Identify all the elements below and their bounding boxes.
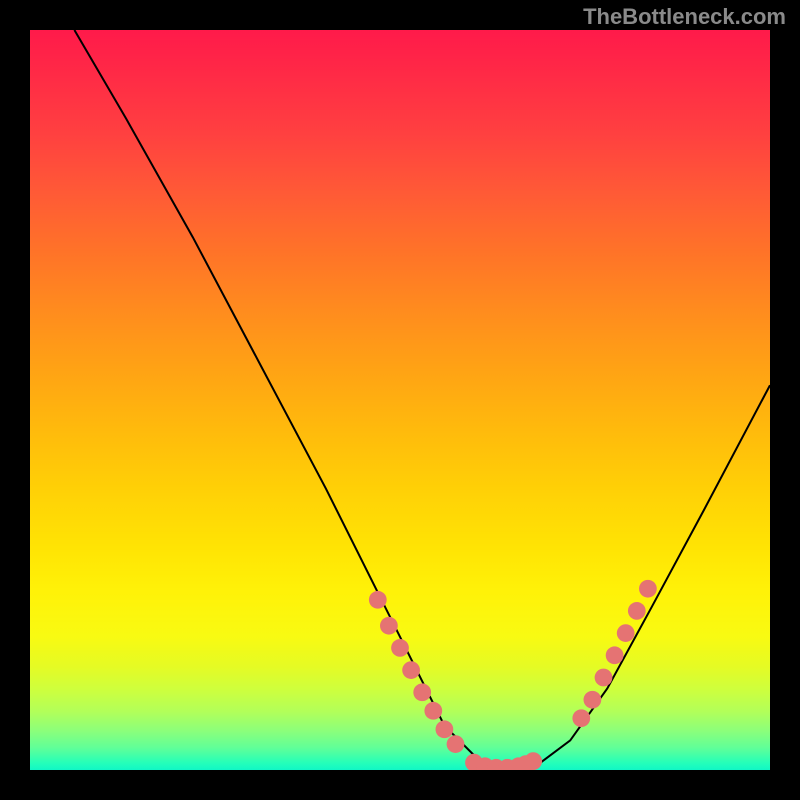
point-highlight-points-left-1 bbox=[380, 617, 398, 635]
point-highlight-points-right-5 bbox=[628, 602, 646, 620]
attribution-label: TheBottleneck.com bbox=[583, 4, 786, 30]
point-highlight-points-right-1 bbox=[584, 691, 602, 709]
point-highlight-points-right-0 bbox=[572, 709, 590, 727]
point-highlight-points-left-2 bbox=[391, 639, 409, 657]
point-highlight-points-left-5 bbox=[424, 702, 442, 720]
point-highlight-points-left-3 bbox=[402, 661, 420, 679]
chart-svg bbox=[30, 30, 770, 770]
curve-main-curve bbox=[74, 30, 770, 770]
point-highlight-points-left-4 bbox=[413, 683, 431, 701]
point-highlight-points-right-2 bbox=[595, 669, 613, 687]
point-highlight-points-left-6 bbox=[436, 720, 454, 738]
point-highlight-points-right-3 bbox=[606, 646, 624, 664]
point-highlight-points-right-6 bbox=[639, 580, 657, 598]
point-highlight-points-left-7 bbox=[447, 735, 465, 753]
point-highlight-points-right-4 bbox=[617, 624, 635, 642]
point-highlight-points-bottom-6 bbox=[524, 752, 542, 770]
point-highlight-points-left-0 bbox=[369, 591, 387, 609]
bottleneck-chart bbox=[30, 30, 770, 770]
